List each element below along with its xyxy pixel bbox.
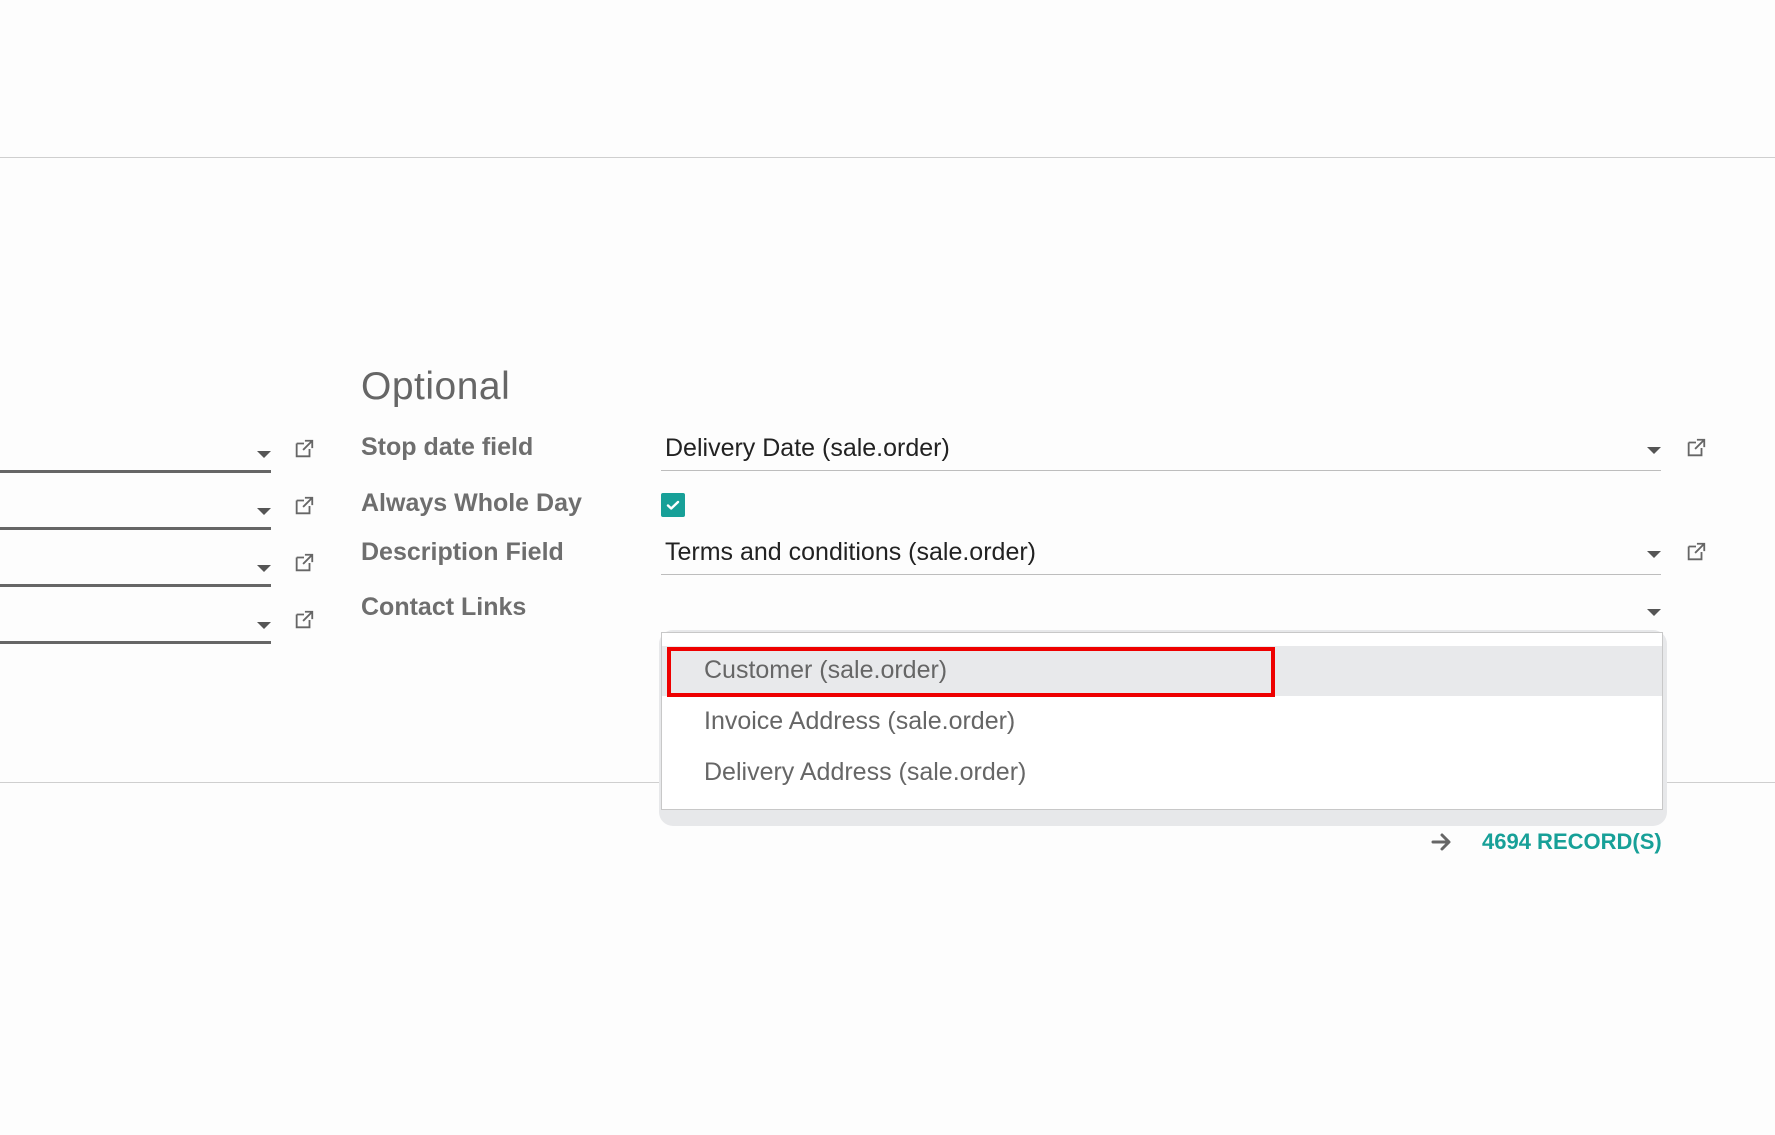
external-link-icon[interactable] <box>293 609 315 631</box>
external-link-icon[interactable] <box>293 552 315 574</box>
records-count[interactable]: 4694 RECORD(S) <box>1482 829 1662 855</box>
left-field-2[interactable] <box>0 495 271 530</box>
caret-down-icon[interactable] <box>257 508 271 515</box>
dropdown-item-label: Invoice Address (sale.order) <box>704 707 1016 735</box>
description-field-value: Terms and conditions (sale.order) <box>665 538 1036 566</box>
always-whole-day-checkbox[interactable] <box>661 493 685 517</box>
highlight-box <box>667 647 1275 697</box>
description-field[interactable]: Terms and conditions (sale.order) <box>661 534 1661 575</box>
records-link[interactable]: 4694 RECORD(S) <box>1430 825 1662 859</box>
dropdown-item-invoice-address[interactable]: Invoice Address (sale.order) <box>662 697 1662 747</box>
description-field-label: Description Field <box>361 538 564 566</box>
caret-down-icon[interactable] <box>1647 447 1661 454</box>
always-whole-day-label: Always Whole Day <box>361 489 582 517</box>
check-icon <box>666 500 680 510</box>
caret-down-icon[interactable] <box>1647 609 1661 616</box>
left-field-1[interactable] <box>0 438 271 473</box>
section-title: Optional <box>361 365 511 408</box>
external-link-icon[interactable] <box>1685 437 1707 459</box>
caret-down-icon[interactable] <box>257 622 271 629</box>
dropdown-item-delivery-address[interactable]: Delivery Address (sale.order) <box>662 748 1662 798</box>
arrow-right-icon <box>1430 830 1454 854</box>
top-divider <box>0 157 1775 158</box>
stop-date-label: Stop date field <box>361 433 534 461</box>
contact-links-field[interactable] <box>661 592 1661 634</box>
stop-date-field[interactable]: Delivery Date (sale.order) <box>661 430 1661 471</box>
external-link-icon[interactable] <box>293 495 315 517</box>
external-link-icon[interactable] <box>1685 541 1707 563</box>
stop-date-value: Delivery Date (sale.order) <box>665 434 950 462</box>
left-field-4[interactable] <box>0 609 271 644</box>
contact-links-label: Contact Links <box>361 593 527 621</box>
external-link-icon[interactable] <box>293 438 315 460</box>
left-field-3[interactable] <box>0 552 271 587</box>
caret-down-icon[interactable] <box>1647 551 1661 558</box>
page: Optional Stop date field Delivery Date (… <box>0 0 1775 1135</box>
caret-down-icon[interactable] <box>257 565 271 572</box>
caret-down-icon[interactable] <box>257 451 271 458</box>
dropdown-item-label: Delivery Address (sale.order) <box>704 758 1027 786</box>
